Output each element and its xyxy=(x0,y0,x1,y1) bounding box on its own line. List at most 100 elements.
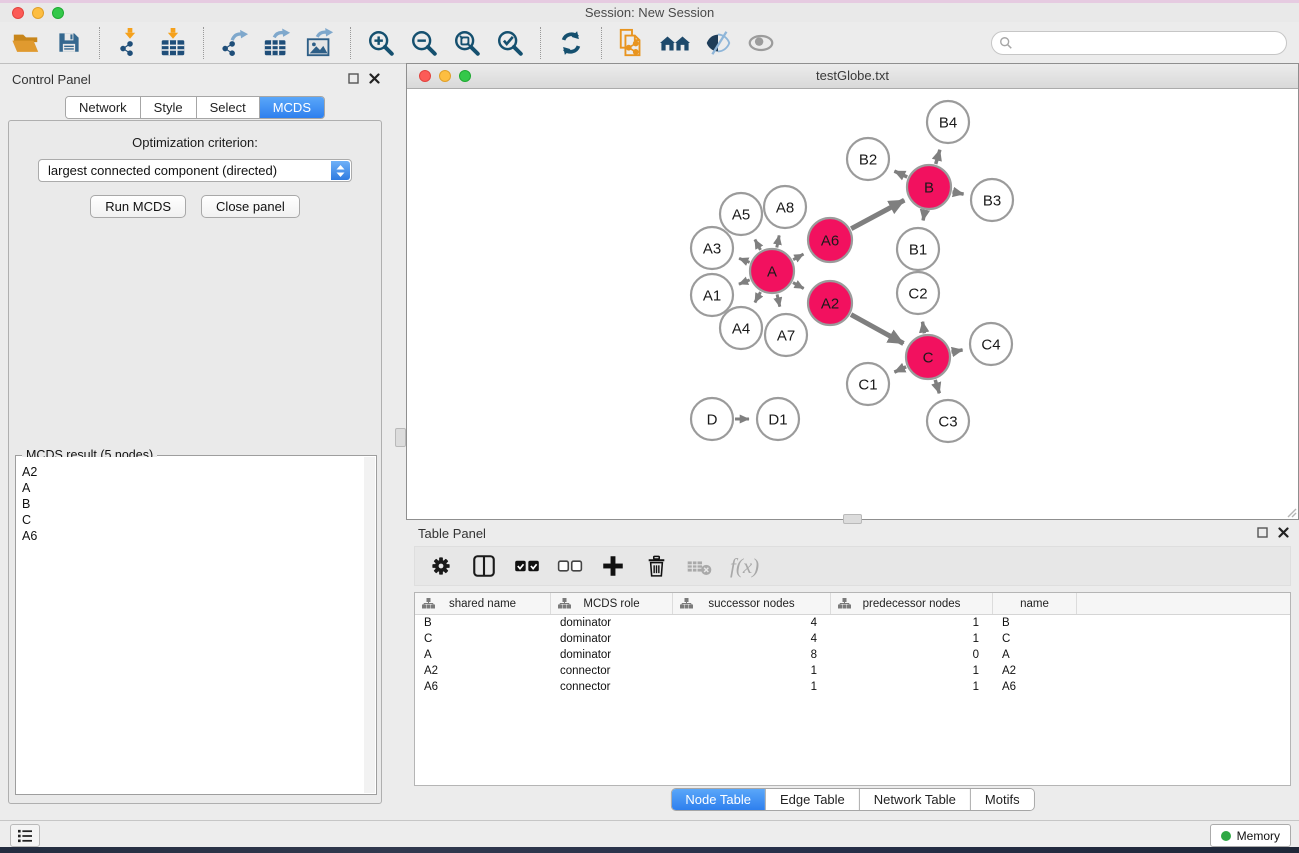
minimize-window-icon[interactable] xyxy=(32,7,44,19)
close-table-panel-icon[interactable] xyxy=(1278,527,1289,538)
close-panel-button[interactable]: Close panel xyxy=(201,195,300,218)
edge-A-A1[interactable] xyxy=(739,280,750,284)
result-list-scrollbar[interactable] xyxy=(364,457,375,793)
tab-mcds[interactable]: MCDS xyxy=(260,97,324,118)
window-resize-grip[interactable] xyxy=(1284,505,1297,518)
float-panel-icon[interactable] xyxy=(348,73,359,84)
deselect-all-button[interactable] xyxy=(556,552,584,580)
column-header-MCDS-role[interactable]: MCDS role xyxy=(551,593,673,614)
memory-button[interactable]: Memory xyxy=(1210,824,1291,847)
refresh-button[interactable] xyxy=(553,25,589,61)
edge-A-A2[interactable] xyxy=(793,283,804,289)
network-zoom-icon[interactable] xyxy=(459,70,471,82)
table-cell: A xyxy=(415,647,551,663)
save-session-button[interactable] xyxy=(51,25,87,61)
tab-motifs[interactable]: Motifs xyxy=(971,789,1034,810)
node-table: shared nameMCDS rolesuccessor nodesprede… xyxy=(414,592,1291,786)
column-visibility-button[interactable] xyxy=(470,552,498,580)
search-input[interactable] xyxy=(991,31,1287,55)
houses-button[interactable] xyxy=(657,25,693,61)
table-row[interactable]: A2connector11A2 xyxy=(415,663,1290,679)
edge-B-B1[interactable] xyxy=(923,211,925,221)
node-label-B4: B4 xyxy=(939,115,957,132)
float-table-panel-icon[interactable] xyxy=(1257,527,1268,538)
table-row[interactable]: A6connector11A6 xyxy=(415,679,1290,695)
column-header-predecessor-nodes[interactable]: predecessor nodes xyxy=(831,593,993,614)
edge-A6-B[interactable] xyxy=(851,200,904,229)
tab-network[interactable]: Network xyxy=(66,97,141,118)
application-window: Session: New Session xyxy=(0,0,1299,853)
export-table-button[interactable] xyxy=(259,25,295,61)
zoom-out-button[interactable] xyxy=(406,25,442,61)
edge-A-A7[interactable] xyxy=(777,294,780,306)
zoom-window-icon[interactable] xyxy=(52,7,64,19)
table-cell: 4 xyxy=(673,631,831,647)
open-session-button[interactable] xyxy=(8,25,44,61)
shared-column-icon xyxy=(680,598,693,609)
network-minimize-icon[interactable] xyxy=(439,70,451,82)
task-history-button[interactable] xyxy=(10,824,40,847)
run-mcds-button[interactable]: Run MCDS xyxy=(90,195,186,218)
column-header-successor-nodes[interactable]: successor nodes xyxy=(673,593,831,614)
network-close-icon[interactable] xyxy=(419,70,431,82)
edge-C-C1[interactable] xyxy=(894,367,906,372)
edge-A-A3[interactable] xyxy=(739,258,750,262)
table-row[interactable]: Cdominator41C xyxy=(415,631,1290,647)
edge-A2-C[interactable] xyxy=(851,315,904,344)
table-cell: connector xyxy=(551,679,673,695)
edge-B-B2[interactable] xyxy=(894,171,907,177)
tab-network-table[interactable]: Network Table xyxy=(860,789,971,810)
show-graphics-details-button[interactable] xyxy=(743,25,779,61)
export-image-button[interactable] xyxy=(302,25,338,61)
zoom-fit-button[interactable] xyxy=(449,25,485,61)
node-label-D1: D1 xyxy=(768,412,787,429)
network-from-selection-button[interactable] xyxy=(614,25,650,61)
network-canvas[interactable]: B4B2BB3A5A8A6A3B1AC2A1A2A4A7C4CC1DD1C3 xyxy=(407,89,1298,519)
edge-B-B4[interactable] xyxy=(936,150,940,164)
close-panel-icon[interactable] xyxy=(369,73,380,84)
edge-A-A6[interactable] xyxy=(793,254,803,260)
import-network-button[interactable] xyxy=(112,25,148,61)
table-options-button[interactable] xyxy=(427,552,455,580)
edge-A-A4[interactable] xyxy=(755,292,761,302)
mcds-result-item[interactable]: A xyxy=(17,480,375,496)
table-row[interactable]: Bdominator41B xyxy=(415,615,1290,631)
delete-column-button[interactable] xyxy=(642,552,670,580)
edge-C-C2[interactable] xyxy=(923,322,925,334)
delete-table-button[interactable] xyxy=(685,552,713,580)
mcds-result-item[interactable]: A6 xyxy=(17,528,375,544)
edge-A-A8[interactable] xyxy=(777,235,779,247)
column-header-name[interactable]: name xyxy=(993,593,1077,614)
select-all-button[interactable] xyxy=(513,552,541,580)
edge-C-C3[interactable] xyxy=(935,380,939,393)
tab-node-table[interactable]: Node Table xyxy=(671,789,766,810)
import-table-button[interactable] xyxy=(155,25,191,61)
add-column-button[interactable] xyxy=(599,552,627,580)
zoom-in-button[interactable] xyxy=(363,25,399,61)
horizontal-splitter-grip[interactable] xyxy=(843,514,862,524)
mcds-result-item[interactable]: B xyxy=(17,496,375,512)
columns-icon xyxy=(471,553,497,579)
tab-select[interactable]: Select xyxy=(197,97,260,118)
hide-graphics-details-button[interactable] xyxy=(700,25,736,61)
column-header-shared-name[interactable]: shared name xyxy=(415,593,551,614)
table-cell: C xyxy=(993,631,1077,647)
edge-B-B3[interactable] xyxy=(953,192,964,194)
table-cell: dominator xyxy=(551,647,673,663)
mcds-result-item[interactable]: C xyxy=(17,512,375,528)
mcds-result-item[interactable]: A2 xyxy=(17,464,375,480)
tab-style[interactable]: Style xyxy=(141,97,197,118)
table-row[interactable]: Adominator80A xyxy=(415,647,1290,663)
criterion-dropdown[interactable]: largest connected component (directed) xyxy=(38,159,352,182)
tab-edge-table[interactable]: Edge Table xyxy=(766,789,860,810)
zoom-selected-button[interactable] xyxy=(492,25,528,61)
export-network-icon xyxy=(219,28,249,58)
edge-C-C4[interactable] xyxy=(952,350,963,352)
function-builder-button[interactable]: f(x) xyxy=(730,554,759,579)
node-label-C1: C1 xyxy=(858,377,877,394)
edge-A-A5[interactable] xyxy=(755,240,761,250)
close-window-icon[interactable] xyxy=(12,7,24,19)
vertical-splitter-grip[interactable] xyxy=(395,428,406,447)
export-network-button[interactable] xyxy=(216,25,252,61)
toolbar-separator xyxy=(99,27,100,59)
